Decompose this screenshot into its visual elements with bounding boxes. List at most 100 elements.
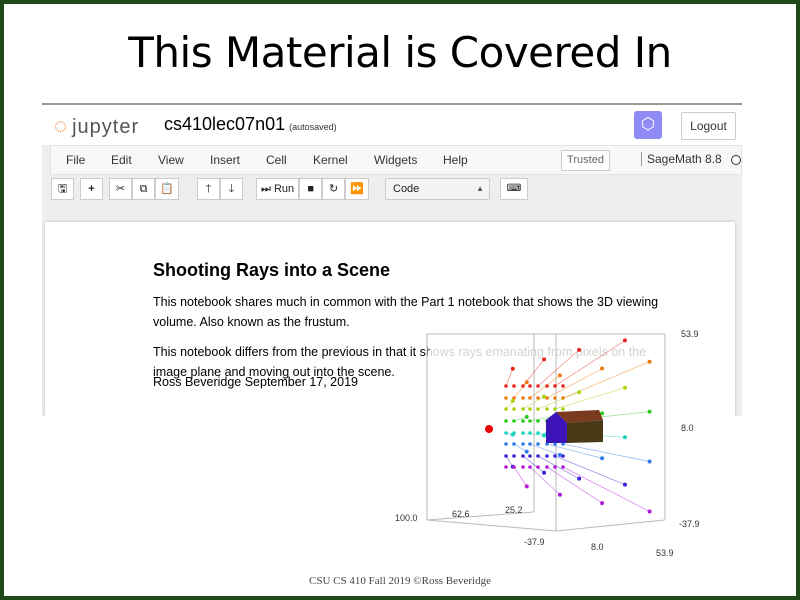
tick-y-53: 53.9	[656, 548, 674, 558]
pixel-point	[561, 465, 565, 469]
pixel-point	[545, 465, 549, 469]
ray-tip	[542, 357, 547, 362]
pixel-point	[528, 442, 532, 446]
pixel-point	[521, 419, 525, 423]
pixel-point	[553, 465, 557, 469]
pixel-point	[512, 419, 516, 423]
restart-icon[interactable]: ↻	[322, 178, 346, 200]
pixel-point	[528, 384, 532, 388]
3d-ray-plot[interactable]: 53.9 8.0 -37.9 100.0 62.6 25.2 -37.9 8.0…	[380, 320, 710, 565]
pixel-point	[521, 465, 525, 469]
sagemath-kernel-icon: ⬡	[634, 111, 662, 139]
pixel-point	[504, 419, 508, 423]
menu-file[interactable]: File	[66, 153, 85, 167]
move-down-icon[interactable]: 🡓	[220, 178, 243, 200]
menu-kernel[interactable]: Kernel	[313, 153, 348, 167]
ray-tip	[600, 366, 605, 371]
pixel-point	[553, 396, 557, 400]
tick-x-62: 62.6	[452, 509, 470, 519]
copy-icon[interactable]: ⧉	[132, 178, 155, 200]
pixel-point	[512, 465, 516, 469]
menu-view[interactable]: View	[158, 153, 184, 167]
paste-icon[interactable]: 📋	[155, 178, 179, 200]
pixel-point	[528, 407, 532, 411]
logout-button[interactable]: Logout	[681, 112, 736, 140]
pixel-point	[536, 454, 540, 458]
ray-tip	[524, 484, 529, 489]
jupyter-header: ◌ jupyter cs410lec07n01 (autosaved) ⬡ Logo…	[42, 103, 742, 145]
stop-icon[interactable]: ■	[299, 178, 323, 200]
tick-x-100: 100.0	[395, 513, 418, 523]
kernel-name: SageMath 8.8	[641, 152, 722, 166]
save-icon[interactable]: 🖫	[51, 178, 74, 200]
pixel-point	[536, 442, 540, 446]
pixel-point	[521, 407, 525, 411]
pixel-point	[521, 396, 525, 400]
keyboard-icon[interactable]: ⌨	[500, 178, 528, 200]
pixel-point	[536, 384, 540, 388]
ray-tip	[542, 394, 547, 399]
tick-y-m37: -37.9	[524, 537, 545, 547]
notebook-name[interactable]: cs410lec07n01 (autosaved)	[164, 114, 337, 135]
cell-type-select[interactable]: Code ▲	[385, 178, 490, 200]
pixel-point	[553, 454, 557, 458]
move-up-icon[interactable]: 🡑	[197, 178, 220, 200]
pixel-point	[521, 454, 525, 458]
ray-tip	[542, 470, 547, 475]
pixel-point	[512, 407, 516, 411]
tick-z-top: 53.9	[681, 329, 699, 339]
pixel-point	[512, 384, 516, 388]
jupyter-logo[interactable]: ◌ jupyter	[54, 113, 139, 139]
pixel-point	[536, 431, 540, 435]
ray-tip	[647, 359, 652, 364]
pixel-point	[504, 407, 508, 411]
tick-z-mid: 8.0	[681, 423, 694, 433]
pixel-point	[512, 454, 516, 458]
pixel-point	[553, 384, 557, 388]
cut-icon[interactable]: ✂	[109, 178, 132, 200]
tick-z-bot: -37.9	[679, 519, 700, 529]
slide-footer: CSU CS 410 Fall 2019 ©Ross Beveridge	[309, 575, 491, 587]
tick-y-8: 8.0	[591, 542, 604, 552]
pixel-point	[504, 384, 508, 388]
eye-point	[485, 425, 493, 433]
pixel-point	[545, 454, 549, 458]
ray-tip	[557, 373, 562, 378]
menu-cell[interactable]: Cell	[266, 153, 287, 167]
pixel-point	[512, 442, 516, 446]
menu-edit[interactable]: Edit	[111, 153, 132, 167]
pixel-point	[528, 431, 532, 435]
pixel-point	[528, 454, 532, 458]
pixel-point	[528, 396, 532, 400]
ray-tip	[510, 399, 515, 403]
ray-tip	[647, 509, 652, 514]
run-button[interactable]: ⏭ Run	[256, 178, 300, 200]
tick-x-25: 25.2	[505, 505, 523, 515]
kernel-status-icon	[731, 155, 741, 165]
menu-insert[interactable]: Insert	[210, 153, 240, 167]
pixel-point	[504, 396, 508, 400]
add-cell-icon[interactable]: +	[80, 178, 103, 200]
notebook-heading: Shooting Rays into a Scene	[153, 260, 391, 280]
save-status: (autosaved)	[289, 122, 337, 132]
trusted-badge[interactable]: Trusted	[561, 150, 610, 171]
slide-title: This Material is Covered In	[128, 28, 672, 77]
ray-tip	[600, 456, 605, 461]
menu-help[interactable]: Help	[443, 153, 468, 167]
ray-tip	[622, 338, 627, 343]
menu-widgets[interactable]: Widgets	[374, 153, 417, 167]
ray-tip	[622, 482, 627, 487]
pixel-point	[536, 465, 540, 469]
pixel-point	[528, 419, 532, 423]
pixel-point	[512, 431, 516, 435]
pixel-point	[536, 419, 540, 423]
ray-tip	[622, 435, 627, 440]
jupyter-logo-icon: ◌	[54, 113, 69, 138]
house	[546, 410, 603, 443]
pixel-point	[561, 454, 565, 458]
pixel-point	[528, 465, 532, 469]
pixel-point	[561, 407, 565, 411]
fast-forward-icon[interactable]: ⏩	[345, 178, 369, 200]
ray-tip	[647, 409, 652, 414]
ray-tip	[577, 347, 582, 352]
